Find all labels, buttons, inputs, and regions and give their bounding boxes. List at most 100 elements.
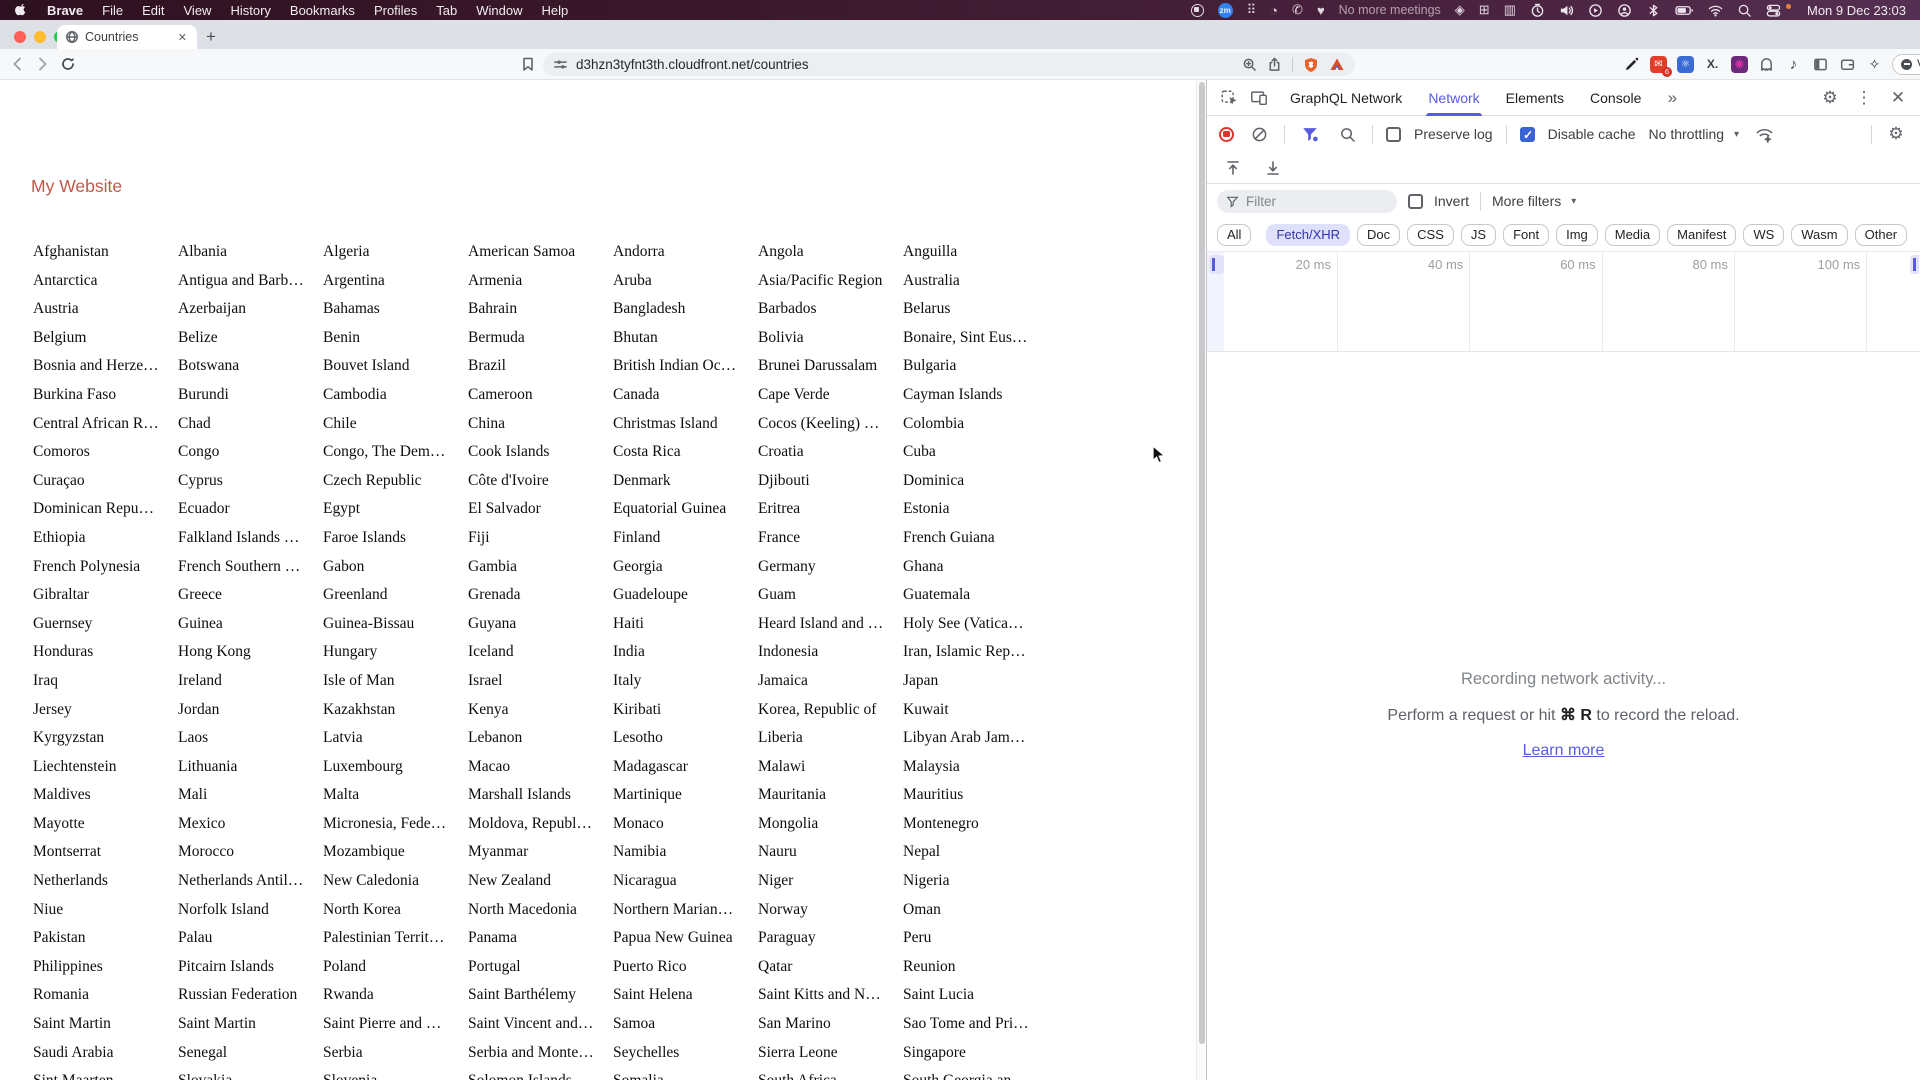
country-item[interactable]: Angola [758, 238, 903, 267]
url-text[interactable]: d3hzn3tyfnt3th.cloudfront.net/countries [576, 57, 1234, 72]
country-item[interactable]: Bonaire, Sint Eus… [903, 324, 1048, 353]
country-item[interactable]: Grenada [468, 581, 613, 610]
country-item[interactable]: French Southern … [178, 553, 323, 582]
country-item[interactable]: Kyrgyzstan [33, 724, 178, 753]
browser-tab-countries[interactable]: Countries ✕ [57, 25, 197, 49]
network-filter-chip[interactable]: Wasm [1791, 223, 1848, 246]
menubar-item[interactable]: File [102, 3, 123, 18]
country-item[interactable]: Mayotte [33, 810, 178, 839]
country-item[interactable]: Saint Lucia [903, 981, 1048, 1010]
country-item[interactable]: Bosnia and Herze… [33, 352, 178, 381]
country-item[interactable]: Libyan Arab Jam… [903, 724, 1048, 753]
country-item[interactable]: Maldives [33, 781, 178, 810]
country-item[interactable]: Myanmar [468, 838, 613, 867]
country-item[interactable]: Pakistan [33, 924, 178, 953]
diamond-icon[interactable]: ◈ [1455, 2, 1465, 18]
menubar-item[interactable]: Profiles [374, 3, 417, 18]
music-extension-icon[interactable]: ♪ [1784, 55, 1803, 74]
network-conditions-icon[interactable] [1752, 122, 1776, 146]
country-item[interactable]: Anguilla [903, 238, 1048, 267]
country-item[interactable]: Cocos (Keeling) … [758, 410, 903, 439]
country-item[interactable]: Madagascar [613, 753, 758, 782]
country-item[interactable]: Saint Kitts and N… [758, 981, 903, 1010]
country-item[interactable]: Comoros [33, 438, 178, 467]
bookmark-icon[interactable] [516, 49, 540, 79]
invert-label[interactable]: Invert [1434, 193, 1469, 209]
apple-menu-icon[interactable] [14, 3, 29, 18]
menubar-status-text[interactable]: No more meetings [1339, 3, 1441, 17]
country-item[interactable]: Singapore [903, 1039, 1048, 1068]
new-tab-button[interactable]: + [206, 26, 216, 48]
network-settings-gear-icon[interactable]: ⚙ [1884, 122, 1908, 146]
country-item[interactable]: Guadeloupe [613, 581, 758, 610]
country-item[interactable]: Saudi Arabia [33, 1039, 178, 1068]
country-item[interactable]: Sierra Leone [758, 1039, 903, 1068]
leo-ai-icon[interactable]: ✧ [1865, 55, 1884, 74]
country-item[interactable]: North Macedonia [468, 896, 613, 925]
country-item[interactable]: Canada [613, 381, 758, 410]
country-item[interactable]: Iceland [468, 638, 613, 667]
country-item[interactable]: Palestinian Territ… [323, 924, 468, 953]
country-item[interactable]: Samoa [613, 1010, 758, 1039]
country-item[interactable]: Equatorial Guinea [613, 495, 758, 524]
country-item[interactable]: Finland [613, 524, 758, 553]
control-center-icon[interactable] [1766, 3, 1781, 18]
country-item[interactable]: Belarus [903, 295, 1048, 324]
menubar-item[interactable]: History [230, 3, 270, 18]
country-item[interactable]: Barbados [758, 295, 903, 324]
country-item[interactable]: Malaysia [903, 753, 1048, 782]
country-item[interactable]: Bolivia [758, 324, 903, 353]
country-item[interactable]: Antarctica [33, 267, 178, 296]
clear-network-log-icon[interactable] [1247, 122, 1271, 146]
preserve-log-checkbox[interactable] [1386, 126, 1401, 142]
country-item[interactable]: New Zealand [468, 867, 613, 896]
devtools-settings-icon[interactable]: ⚙ [1818, 86, 1842, 110]
country-item[interactable]: North Korea [323, 896, 468, 925]
country-item[interactable]: Haiti [613, 610, 758, 639]
country-item[interactable]: Laos [178, 724, 323, 753]
country-item[interactable]: Slovakia [178, 1067, 323, 1080]
country-item[interactable]: Papua New Guinea [613, 924, 758, 953]
menubar-clock[interactable]: Mon 9 Dec 23:03 [1807, 3, 1906, 18]
country-item[interactable]: Belgium [33, 324, 178, 353]
country-item[interactable]: Mauritius [903, 781, 1048, 810]
wifi-icon[interactable] [1708, 3, 1723, 18]
network-filter-chip[interactable]: All [1217, 223, 1252, 246]
country-item[interactable]: Serbia and Monte… [468, 1039, 613, 1068]
country-item[interactable]: Faroe Islands [323, 524, 468, 553]
country-item[interactable]: Colombia [903, 410, 1048, 439]
country-item[interactable]: Indonesia [758, 638, 903, 667]
country-item[interactable]: Japan [903, 667, 1048, 696]
country-item[interactable]: Aruba [613, 267, 758, 296]
country-item[interactable]: Ethiopia [33, 524, 178, 553]
network-filter-chip[interactable]: Other [1854, 223, 1908, 246]
scrollbar-thumb[interactable] [1199, 82, 1205, 1044]
country-item[interactable]: French Guiana [903, 524, 1048, 553]
devtools-tab[interactable]: Console [1577, 80, 1654, 115]
country-item[interactable]: Sint Maarten [33, 1067, 178, 1080]
record-network-log-icon[interactable] [1219, 126, 1234, 142]
country-item[interactable]: Marshall Islands [468, 781, 613, 810]
heart-icon[interactable]: ♥ [1317, 2, 1325, 18]
disable-cache-label[interactable]: Disable cache [1548, 126, 1636, 142]
layout-icon[interactable]: ▥ [1504, 2, 1516, 18]
country-item[interactable]: Namibia [613, 838, 758, 867]
page-scrollbar[interactable] [1196, 80, 1206, 1080]
country-item[interactable]: Gabon [323, 553, 468, 582]
devtools-close-icon[interactable]: ✕ [1886, 86, 1910, 110]
country-item[interactable]: Nepal [903, 838, 1048, 867]
country-item[interactable]: Kiribati [613, 696, 758, 725]
volume-icon[interactable] [1559, 3, 1574, 18]
country-item[interactable]: Czech Republic [323, 467, 468, 496]
site-settings-icon[interactable] [553, 57, 568, 72]
country-item[interactable]: Christmas Island [613, 410, 758, 439]
country-item[interactable]: Israel [468, 667, 613, 696]
brave-rewards-icon[interactable] [1329, 57, 1345, 73]
country-item[interactable]: Brazil [468, 352, 613, 381]
country-item[interactable]: Nauru [758, 838, 903, 867]
filter-toggle-icon[interactable] [1298, 122, 1322, 146]
country-item[interactable]: Brunei Darussalam [758, 352, 903, 381]
country-item[interactable]: Gibraltar [33, 581, 178, 610]
dots-grid-icon[interactable]: ⠿ [1247, 2, 1257, 18]
country-item[interactable]: Cameroon [468, 381, 613, 410]
